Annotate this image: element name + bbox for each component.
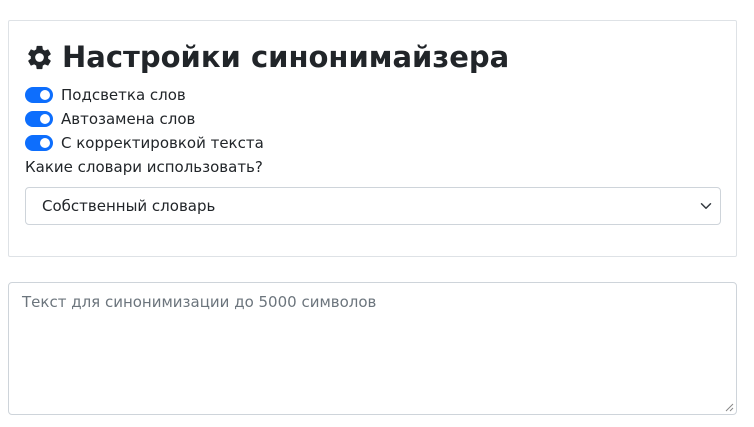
switch-text-correction: С корректировкой текста <box>25 132 264 154</box>
switch-autoreplace-words: Автозамена слов <box>25 108 195 130</box>
settings-title: Настройки синонимайзера <box>25 37 509 77</box>
dictionary-select[interactable]: Собственный словарь <box>25 187 721 225</box>
chevron-down-icon <box>700 203 712 209</box>
text-correction-toggle[interactable] <box>25 135 53 151</box>
autoreplace-words-toggle[interactable] <box>25 111 53 127</box>
settings-title-text: Настройки синонимайзера <box>62 40 510 74</box>
autoreplace-words-label: Автозамена слов <box>61 110 196 128</box>
gear-icon <box>28 45 51 69</box>
text-correction-label: С корректировкой текста <box>61 134 264 152</box>
text-input-placeholder: Текст для синонимизации до 5000 символов <box>22 293 377 311</box>
dictionary-label: Какие словари использовать? <box>25 158 263 176</box>
highlight-words-label: Подсветка слов <box>61 86 186 104</box>
highlight-words-toggle[interactable] <box>25 87 53 103</box>
synonymize-text-input[interactable]: Текст для синонимизации до 5000 символов <box>8 282 737 415</box>
resize-grip-icon[interactable] <box>725 403 734 412</box>
dictionary-selected-value: Собственный словарь <box>42 197 216 215</box>
settings-card: Настройки синонимайзера Подсветка слов А… <box>8 20 737 257</box>
switch-highlight-words: Подсветка слов <box>25 84 186 106</box>
